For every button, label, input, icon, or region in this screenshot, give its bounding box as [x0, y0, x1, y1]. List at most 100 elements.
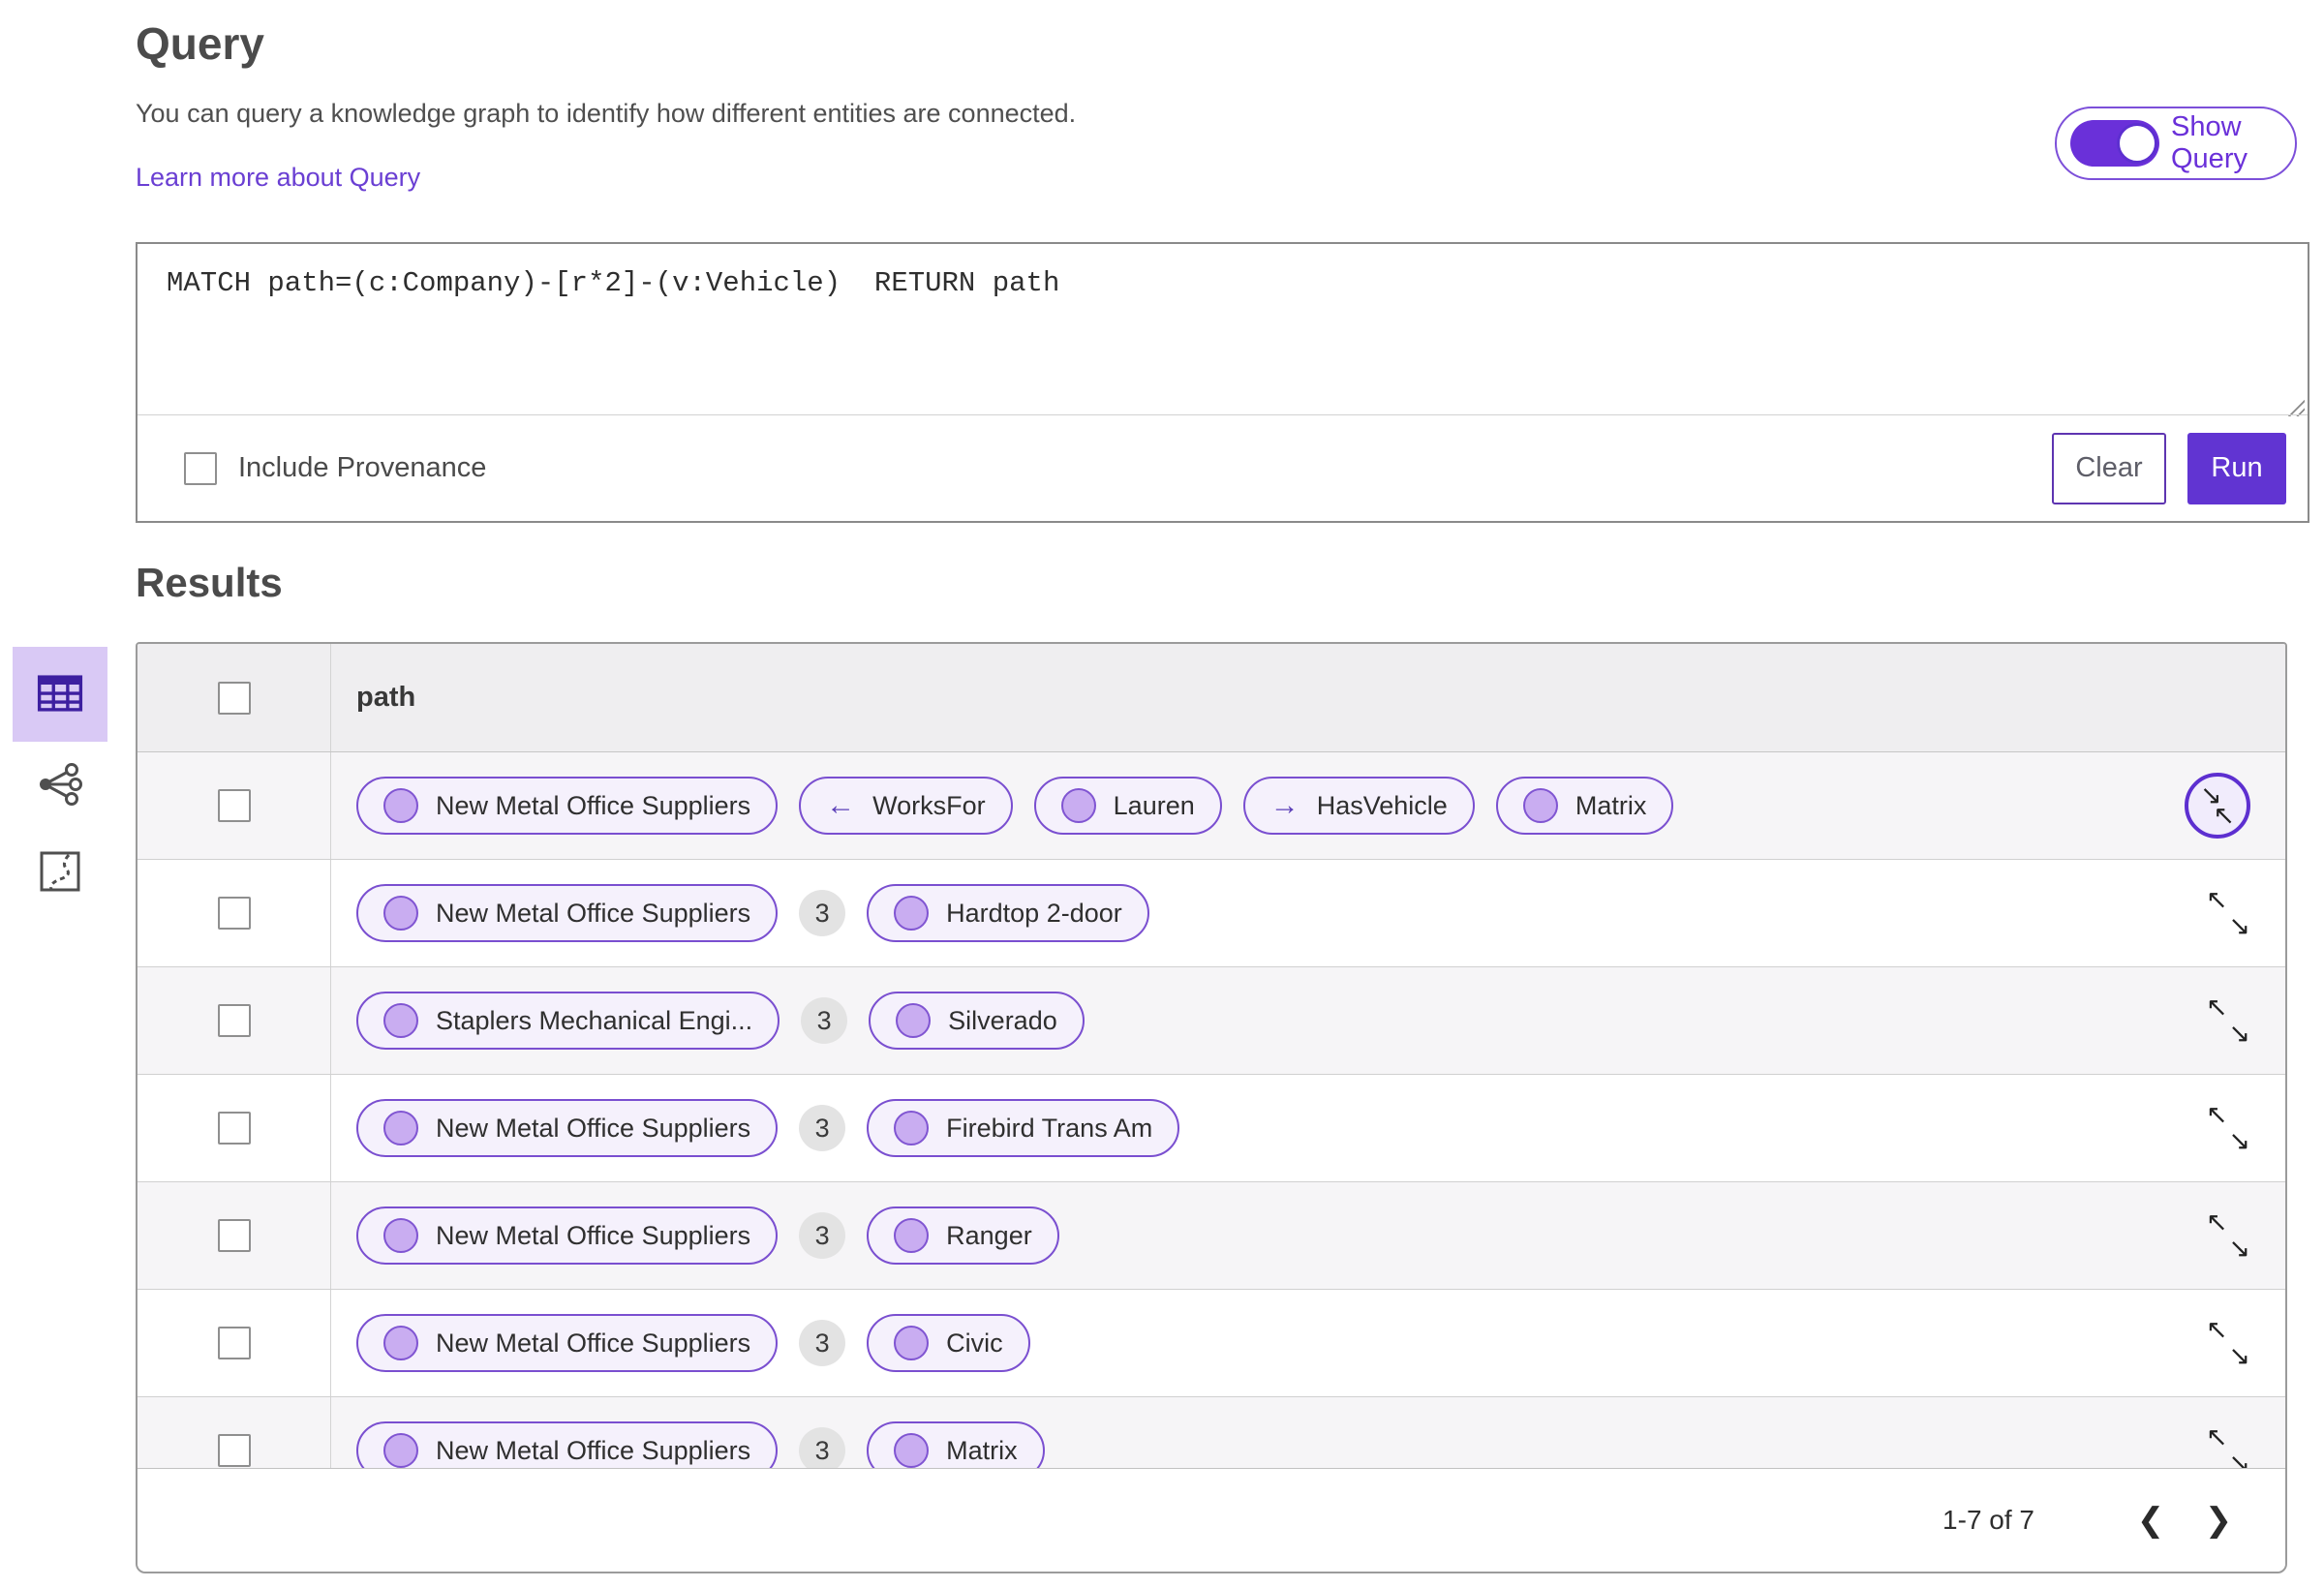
entity-label: Civic — [946, 1328, 1003, 1358]
row-select-cell — [138, 752, 331, 859]
relationship-count-badge: 3 — [799, 1427, 846, 1474]
pagination-bar: 1-7 of 7 ❮ ❯ — [138, 1468, 2285, 1572]
link-chart-view-button[interactable] — [13, 742, 107, 829]
entity-pill[interactable]: Hardtop 2-door — [867, 884, 1149, 942]
entity-node-icon — [1522, 788, 1558, 823]
entity-label: Hardtop 2-door — [946, 898, 1122, 928]
include-provenance-label: Include Provenance — [238, 452, 487, 483]
entity-pill[interactable]: Ranger — [867, 1206, 1059, 1265]
relationship-count-badge: 3 — [799, 1105, 846, 1151]
entity-node-icon — [894, 1218, 930, 1253]
entity-pill[interactable]: New Metal Office Suppliers — [356, 1099, 779, 1157]
relationship-count-badge: 3 — [801, 997, 848, 1044]
entity-label: Ranger — [946, 1220, 1032, 1250]
select-all-cell — [138, 644, 331, 751]
table-row[interactable]: Staplers Mechanical Engi... 3 Silverado ↖ ↘ — [138, 967, 2285, 1075]
arrow-right-icon: → — [1269, 789, 1300, 821]
expand-row-button[interactable]: ↖ ↘ — [2206, 1100, 2250, 1155]
show-query-toggle[interactable]: Show Query — [2055, 107, 2297, 180]
entity-pill[interactable]: New Metal Office Suppliers — [356, 1314, 779, 1372]
table-row[interactable]: New Metal Office Suppliers 3 Civic ↖ ↘ — [138, 1290, 2285, 1397]
row-checkbox[interactable] — [217, 1327, 251, 1359]
pagination-range: 1-7 of 7 — [1942, 1505, 2034, 1535]
column-header-path: path — [356, 682, 416, 713]
run-button[interactable]: Run — [2187, 432, 2286, 504]
entity-label: New Metal Office Suppliers — [436, 898, 751, 928]
expand-arrow-icon: ↘ — [2228, 911, 2250, 940]
row-select-cell — [138, 1075, 331, 1181]
entity-pill[interactable]: New Metal Office Suppliers — [356, 884, 779, 942]
entity-node-icon — [1060, 788, 1096, 823]
table-row[interactable]: New Metal Office Suppliers 3 Ranger ↖ ↘ — [138, 1182, 2285, 1290]
expand-row-button[interactable]: ↖ ↘ — [2206, 1207, 2250, 1263]
path-cell: New Metal Office Suppliers 3 Ranger — [331, 1206, 1059, 1265]
row-checkbox[interactable] — [217, 897, 251, 930]
results-view-switcher — [13, 647, 107, 916]
toggle-knob — [2117, 123, 2157, 164]
select-all-checkbox[interactable] — [217, 681, 251, 715]
entity-label: New Metal Office Suppliers — [436, 1435, 751, 1465]
entity-node-icon — [383, 1218, 418, 1253]
include-provenance-option[interactable]: Include Provenance — [184, 451, 487, 485]
entity-label: Matrix — [1575, 790, 1647, 820]
next-page-button[interactable]: ❯ — [2185, 1501, 2252, 1540]
row-checkbox[interactable] — [217, 789, 251, 822]
entity-pill[interactable]: New Metal Office Suppliers — [356, 777, 779, 835]
relationship-pill[interactable]: ← WorksFor — [799, 777, 1013, 835]
table-row[interactable]: New Metal Office Suppliers 3 Hardtop 2-doo… — [138, 860, 2285, 967]
entity-node-icon — [894, 1433, 930, 1468]
relationship-count-badge: 3 — [799, 1320, 846, 1366]
include-provenance-checkbox[interactable] — [184, 451, 217, 485]
entity-pill[interactable]: New Metal Office Suppliers — [356, 1206, 779, 1265]
results-table: path New Metal Office Suppliers ← WorksFor… — [136, 642, 2287, 1573]
expand-arrow-icon: ↘ — [2228, 1341, 2250, 1370]
row-checkbox[interactable] — [217, 1219, 251, 1252]
toggle-switch-icon[interactable] — [2070, 120, 2159, 167]
entity-pill[interactable]: Silverado — [869, 992, 1085, 1050]
entity-pill[interactable]: Civic — [867, 1314, 1030, 1372]
knowledge-graph-query-page: Query You can query a knowledge graph to… — [0, 0, 2324, 1588]
map-view-button[interactable] — [13, 829, 107, 916]
row-select-cell — [138, 860, 331, 966]
row-select-cell — [138, 1182, 331, 1289]
arrow-left-icon: ← — [826, 789, 856, 821]
entity-node-icon — [383, 788, 418, 823]
clear-button[interactable]: Clear — [2052, 432, 2166, 504]
learn-more-link[interactable]: Learn more about Query — [136, 163, 420, 193]
relationship-pill[interactable]: → HasVehicle — [1242, 777, 1475, 835]
expand-arrow-icon: ↖ — [2206, 1100, 2228, 1129]
entity-label: New Metal Office Suppliers — [436, 790, 751, 820]
relationship-label: HasVehicle — [1316, 790, 1448, 820]
entity-pill[interactable]: Lauren — [1033, 777, 1222, 835]
expand-row-button[interactable]: ↖ ↘ — [2206, 1315, 2250, 1370]
row-checkbox[interactable] — [217, 1434, 251, 1467]
table-row[interactable]: New Metal Office Suppliers ← WorksFor Laure… — [138, 752, 2285, 860]
expand-row-button[interactable]: ↖ ↘ — [2206, 992, 2250, 1048]
entity-pill[interactable]: Matrix — [1495, 777, 1674, 835]
table-view-button[interactable] — [13, 647, 107, 742]
row-checkbox[interactable] — [217, 1112, 251, 1145]
expand-row-button[interactable]: ↖ ↘ — [2206, 885, 2250, 940]
entity-node-icon — [383, 1433, 418, 1468]
entity-pill[interactable]: Firebird Trans Am — [867, 1099, 1180, 1157]
entity-pill[interactable]: Staplers Mechanical Engi... — [356, 992, 780, 1050]
entity-label: New Metal Office Suppliers — [436, 1113, 751, 1143]
page-title: Query — [136, 18, 264, 69]
path-cell: New Metal Office Suppliers 3 Hardtop 2-doo… — [331, 884, 1149, 942]
expand-row-button[interactable]: ↖ ↘ — [2206, 1422, 2250, 1478]
query-input[interactable]: MATCH path=(c:Company)-[r*2]-(v:Vehicle)… — [138, 244, 2308, 416]
expand-arrow-icon: ↖ — [2213, 801, 2235, 830]
table-row[interactable]: New Metal Office Suppliers 3 Firebird Tran… — [138, 1075, 2285, 1182]
entity-label: New Metal Office Suppliers — [436, 1328, 751, 1358]
entity-node-icon — [894, 1111, 930, 1145]
results-title: Results — [136, 560, 283, 605]
row-checkbox[interactable] — [217, 1004, 251, 1037]
query-description: You can query a knowledge graph to ident… — [136, 99, 1077, 128]
previous-page-button[interactable]: ❮ — [2117, 1501, 2185, 1540]
table-header-row: path — [138, 644, 2285, 752]
map-icon — [37, 848, 83, 898]
entity-label: New Metal Office Suppliers — [436, 1220, 751, 1250]
expand-arrow-icon: ↖ — [2206, 992, 2228, 1022]
expand-row-button[interactable]: ↘ ↖ — [2185, 773, 2250, 839]
entity-node-icon — [383, 896, 418, 931]
